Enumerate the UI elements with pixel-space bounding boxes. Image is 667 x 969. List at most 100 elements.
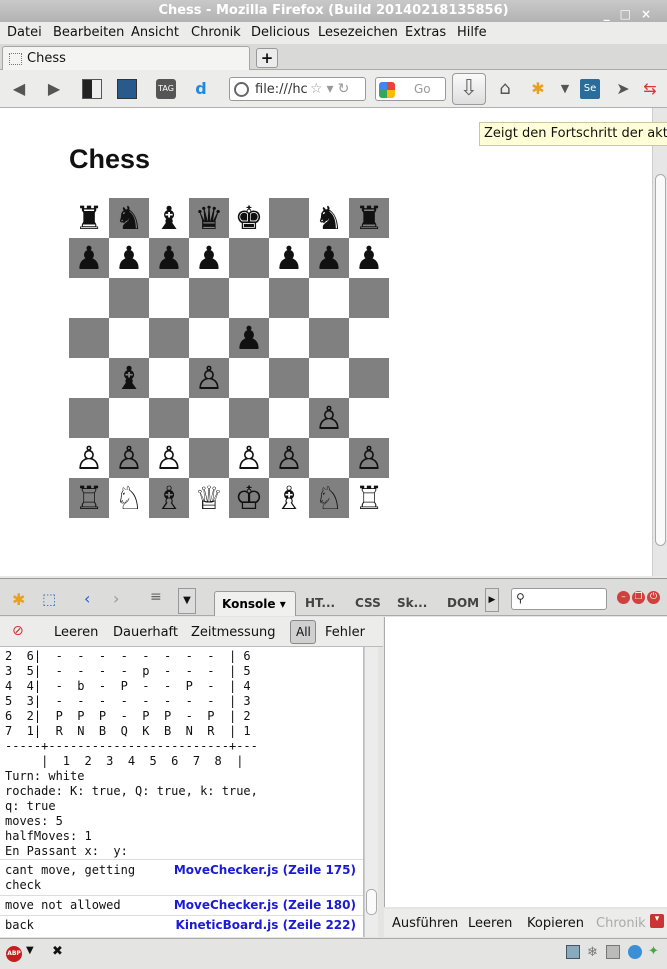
board-square[interactable] <box>69 398 109 438</box>
board-square[interactable] <box>349 318 389 358</box>
more-tabs-icon[interactable]: ▶ <box>485 588 499 612</box>
leeren-button[interactable]: Leeren <box>54 625 98 640</box>
menu-extras[interactable]: Extras <box>405 25 446 40</box>
chess-piece[interactable]: ♚ <box>235 199 264 237</box>
board-square[interactable] <box>189 398 229 438</box>
chess-piece[interactable]: ♟ <box>275 239 304 277</box>
board-square[interactable]: ♜ <box>349 198 389 238</box>
chess-piece[interactable]: ♙ <box>75 439 104 477</box>
chess-piece[interactable]: ♔ <box>235 479 264 517</box>
chess-piece[interactable]: ♟ <box>235 319 264 357</box>
menu-ansicht[interactable]: Ansicht <box>131 25 179 40</box>
board-square[interactable]: ♙ <box>229 438 269 478</box>
board-square[interactable] <box>189 318 229 358</box>
chess-piece[interactable]: ♜ <box>355 199 384 237</box>
board-square[interactable]: ♟ <box>69 238 109 278</box>
board-square[interactable] <box>349 358 389 398</box>
board-square[interactable] <box>309 278 349 318</box>
board-square[interactable]: ♝ <box>149 198 189 238</box>
board-square[interactable] <box>109 278 149 318</box>
menu-hilfe[interactable]: Hilfe <box>457 25 487 40</box>
board-square[interactable] <box>349 398 389 438</box>
log-source-link[interactable]: MoveChecker.js (Zeile 175) <box>174 863 356 877</box>
tab-chess[interactable]: Chess <box>2 46 250 70</box>
board-square[interactable]: ♟ <box>189 238 229 278</box>
board-square[interactable] <box>229 238 269 278</box>
chess-piece[interactable]: ♖ <box>75 479 104 517</box>
search-bar[interactable]: Go <box>375 77 446 101</box>
board-square[interactable] <box>189 278 229 318</box>
chess-piece[interactable]: ♙ <box>235 439 264 477</box>
chevron-left-icon[interactable]: ‹ <box>84 589 90 608</box>
close-icon[interactable]: ✖ <box>52 944 63 959</box>
chess-piece[interactable]: ♟ <box>315 239 344 277</box>
chess-piece[interactable]: ♟ <box>155 239 184 277</box>
board-square[interactable]: ♞ <box>109 198 149 238</box>
chess-piece[interactable]: ♗ <box>155 479 184 517</box>
board-square[interactable] <box>269 198 309 238</box>
board-square[interactable]: ♜ <box>69 198 109 238</box>
board-square[interactable] <box>69 278 109 318</box>
chess-piece[interactable]: ♗ <box>275 479 304 517</box>
board-square[interactable]: ♞ <box>309 198 349 238</box>
board-square[interactable] <box>69 358 109 398</box>
log-row[interactable]: move not allowed MoveChecker.js (Zeile 1… <box>0 895 363 915</box>
board-square[interactable] <box>109 398 149 438</box>
gear-icon[interactable] <box>606 945 620 959</box>
checkers-icon[interactable] <box>82 79 102 99</box>
forward-arrow-icon[interactable]: ▶ <box>44 79 64 99</box>
console-scrollbar[interactable] <box>364 647 378 937</box>
ausfuehren-button[interactable]: Ausführen <box>392 916 458 931</box>
board-square[interactable]: ♟ <box>269 238 309 278</box>
inspect-icon[interactable]: ⬚ <box>42 590 56 608</box>
log-row[interactable]: cant move, getting check MoveChecker.js … <box>0 859 363 895</box>
fehler-filter-button[interactable]: Fehler <box>325 625 365 640</box>
firebug-icon[interactable]: ✱ <box>528 79 548 99</box>
menu-bearbeiten[interactable]: Bearbeiten <box>53 25 124 40</box>
log-source-link[interactable]: MoveChecker.js (Zeile 180) <box>174 898 356 912</box>
board-square[interactable]: ♟ <box>349 238 389 278</box>
chess-piece[interactable]: ♞ <box>315 199 344 237</box>
url-bar[interactable]: file:///hc ☆▾↻ <box>229 77 366 101</box>
adblock-icon[interactable]: ABP <box>6 946 22 962</box>
chess-piece[interactable]: ♟ <box>115 239 144 277</box>
board-square[interactable] <box>269 278 309 318</box>
board-square[interactable]: ♙ <box>269 438 309 478</box>
board-square[interactable]: ♝ <box>109 358 149 398</box>
adblock-dropdown-icon[interactable]: ▼ <box>26 945 34 956</box>
board-square[interactable] <box>269 398 309 438</box>
board-square[interactable]: ♙ <box>309 398 349 438</box>
board-square[interactable] <box>229 358 269 398</box>
board-square[interactable]: ♕ <box>189 478 229 518</box>
firebug-power-icon[interactable]: ⏻ <box>647 591 660 604</box>
command-editor[interactable] <box>384 617 667 907</box>
log-row[interactable]: back KineticBoard.js (Zeile 222) <box>0 915 363 937</box>
chess-piece[interactable]: ♙ <box>315 399 344 437</box>
board-square[interactable]: ♟ <box>149 238 189 278</box>
tab-konsole[interactable]: Konsole ▾ <box>214 591 296 616</box>
firebug-search-input[interactable]: ⚲ <box>511 588 607 610</box>
firebug-icon[interactable]: ✱ <box>12 590 25 609</box>
snowflake-icon[interactable]: ❄ <box>587 945 598 960</box>
board-square[interactable]: ♙ <box>149 438 189 478</box>
chess-piece[interactable]: ♟ <box>355 239 384 277</box>
delicious-icon[interactable]: d <box>191 79 211 99</box>
board-square[interactable] <box>69 318 109 358</box>
kopieren-button[interactable]: Kopieren <box>527 916 584 931</box>
scrollbar-thumb[interactable] <box>655 174 666 546</box>
chess-piece[interactable]: ♘ <box>115 479 144 517</box>
chess-piece[interactable]: ♘ <box>315 479 344 517</box>
tab-html[interactable]: HT... <box>305 596 335 610</box>
board-square[interactable] <box>149 358 189 398</box>
board-square[interactable]: ♖ <box>349 478 389 518</box>
download-icon[interactable]: ⇩ <box>452 73 486 105</box>
selenium-icon[interactable]: Se <box>580 79 600 99</box>
chess-piece[interactable]: ♖ <box>355 479 384 517</box>
tab-dom[interactable]: DOM <box>447 596 479 610</box>
tab-css[interactable]: CSS <box>355 596 381 610</box>
minimize-button[interactable]: _ <box>604 7 620 21</box>
board-square[interactable]: ♗ <box>269 478 309 518</box>
chess-piece[interactable]: ♜ <box>75 199 104 237</box>
tag-icon[interactable]: TAG <box>156 79 176 99</box>
addon-icon[interactable]: ✦ <box>648 944 659 959</box>
